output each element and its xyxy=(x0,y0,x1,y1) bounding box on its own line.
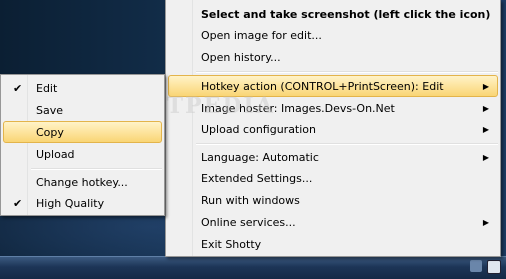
menu-item-label: Upload configuration xyxy=(201,123,317,136)
menu-item-label: Image hoster: Images.Devs-On.Net xyxy=(201,102,395,115)
menu-item-hotkey-action[interactable]: Hotkey action (CONTROL+PrintScreen): Edi… xyxy=(168,75,498,97)
menu-item-select-screenshot[interactable]: Select and take screenshot (left click t… xyxy=(168,3,498,25)
checkmark-icon: ✔ xyxy=(13,82,23,95)
menu-item-label: Save xyxy=(36,104,64,117)
menu-item-label: Run with windows xyxy=(201,194,300,207)
menu-item-label: Upload xyxy=(36,148,75,161)
taskbar xyxy=(0,256,506,279)
menu-item-online-services[interactable]: Online services... ▶ xyxy=(168,211,498,233)
menu-item-label: Hotkey action (CONTROL+PrintScreen): Edi… xyxy=(201,80,444,93)
menu-item-label: Edit xyxy=(36,82,58,95)
menu-item-label: Exit Shotty xyxy=(201,238,262,251)
submenu-item-upload[interactable]: Upload xyxy=(3,143,162,165)
submenu-arrow-icon: ▶ xyxy=(482,82,489,91)
menu-item-label: Change hotkey... xyxy=(36,176,128,189)
menu-item-run-with-windows[interactable]: Run with windows xyxy=(168,189,498,211)
submenu-item-save[interactable]: Save xyxy=(3,99,162,121)
menu-separator xyxy=(196,143,498,145)
submenu-item-copy[interactable]: Copy xyxy=(3,121,162,143)
menu-item-exit[interactable]: Exit Shotty xyxy=(168,233,498,255)
menu-item-extended-settings[interactable]: Extended Settings... xyxy=(168,167,498,189)
menu-separator xyxy=(196,71,498,73)
menu-item-image-hoster[interactable]: Image hoster: Images.Devs-On.Net ▶ xyxy=(168,97,498,119)
menu-item-open-image[interactable]: Open image for edit... xyxy=(168,24,498,46)
menu-item-label: Open image for edit... xyxy=(201,29,322,42)
menu-item-language[interactable]: Language: Automatic ▶ xyxy=(168,146,498,168)
submenu-item-change-hotkey[interactable]: Change hotkey... xyxy=(3,171,162,193)
submenu-item-edit[interactable]: ✔ Edit xyxy=(3,77,162,99)
menu-item-label: Language: Automatic xyxy=(201,151,319,164)
menu-separator xyxy=(31,168,162,170)
menu-item-upload-configuration[interactable]: Upload configuration ▶ xyxy=(168,118,498,140)
shotty-context-menu: Select and take screenshot (left click t… xyxy=(165,0,501,257)
menu-item-label: Open history... xyxy=(201,51,281,64)
checkmark-icon: ✔ xyxy=(13,197,23,210)
submenu-arrow-icon: ▶ xyxy=(482,218,489,227)
menu-item-label: High Quality xyxy=(36,197,105,210)
hotkey-action-submenu: ✔ Edit Save Copy Upload Change hotkey...… xyxy=(0,74,165,216)
menu-item-label: Online services... xyxy=(201,216,296,229)
menu-item-label: Select and take screenshot (left click t… xyxy=(201,8,491,21)
menu-item-label: Extended Settings... xyxy=(201,172,313,185)
submenu-arrow-icon: ▶ xyxy=(482,104,489,113)
submenu-arrow-icon: ▶ xyxy=(482,153,489,162)
tray-shotty-icon[interactable] xyxy=(487,260,501,274)
submenu-arrow-icon: ▶ xyxy=(482,125,489,134)
submenu-item-high-quality[interactable]: ✔ High Quality xyxy=(3,192,162,214)
menu-item-open-history[interactable]: Open history... xyxy=(168,46,498,68)
tray-network-icon[interactable] xyxy=(470,260,482,272)
menu-item-label: Copy xyxy=(36,126,64,139)
